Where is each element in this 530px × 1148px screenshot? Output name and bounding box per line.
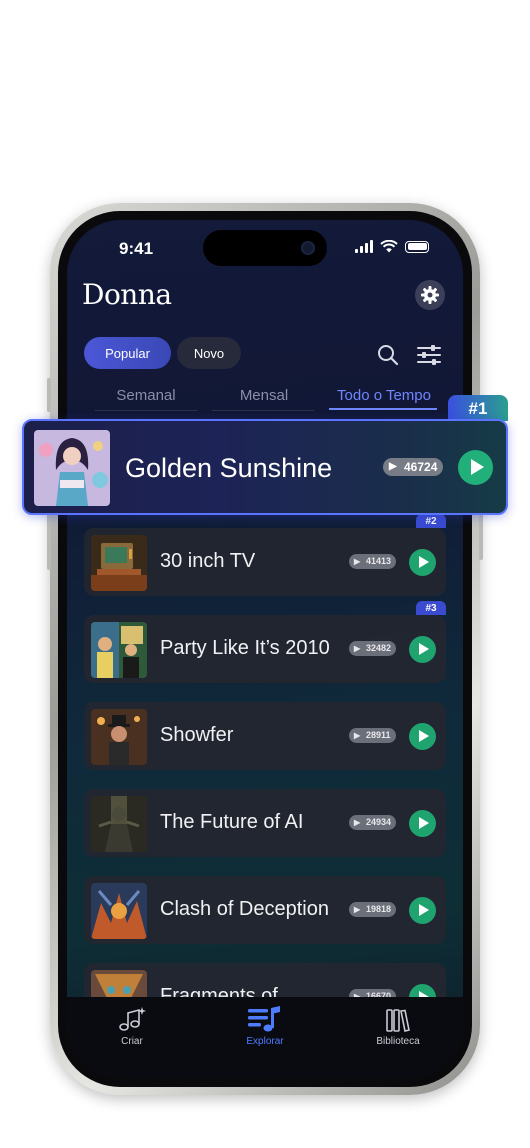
featured-play-button[interactable]	[458, 450, 493, 485]
featured-rank-badge: #1	[448, 395, 508, 421]
camera-icon	[301, 241, 315, 255]
play-count-badge: 32482	[349, 641, 397, 656]
tab-mensal[interactable]: Mensal	[209, 387, 319, 404]
dynamic-island	[203, 230, 327, 266]
app-title: Donna	[82, 278, 172, 311]
rank-badge: #2	[416, 514, 446, 528]
featured-play-count-badge: 46724	[383, 458, 444, 476]
album-art	[91, 796, 147, 852]
track-title: 30 inch TV	[160, 550, 256, 572]
tab-active-indicator	[329, 408, 437, 410]
tab-explorar-label: Explorar	[246, 1036, 284, 1047]
action-button	[47, 378, 51, 412]
play-count-badge: 19818	[349, 902, 397, 917]
tab-todo-o-tempo[interactable]: Todo o Tempo	[329, 387, 439, 404]
play-button[interactable]	[409, 723, 436, 750]
featured-track-title: Golden Sunshine	[125, 453, 333, 483]
play-button[interactable]	[409, 897, 436, 924]
tab-criar-label: Criar	[121, 1036, 143, 1047]
filter-chip-popular[interactable]: Popular	[84, 337, 171, 369]
search-icon[interactable]	[377, 344, 399, 366]
track-title: Showfer	[160, 724, 234, 746]
album-art	[91, 622, 147, 678]
list-music-icon	[248, 1006, 280, 1032]
bottom-tab-bar: Criar Explorar Biblioteca	[67, 997, 463, 1078]
rank-badge: #3	[416, 601, 446, 615]
wifi-icon	[380, 240, 398, 253]
featured-album-art	[34, 430, 110, 506]
album-art	[91, 883, 147, 939]
library-icon	[386, 1009, 410, 1032]
play-button[interactable]	[409, 810, 436, 837]
play-count-badge: 28911	[349, 728, 396, 743]
volume-down-button	[47, 510, 51, 570]
filter-sliders-icon[interactable]	[417, 344, 441, 366]
screen: 9:41 Donna Popular Novo Semanal Mensal T…	[67, 220, 463, 1078]
battery-icon	[405, 240, 429, 253]
tab-divider	[95, 410, 197, 411]
track-title: Party Like It’s 2010	[160, 637, 330, 659]
play-count-badge: 24934	[349, 815, 397, 830]
track-row[interactable]: Party Like It’s 2010 32482	[84, 615, 446, 683]
album-art	[91, 535, 147, 591]
tab-explorar[interactable]: Explorar	[210, 1003, 320, 1047]
status-icons	[355, 240, 429, 253]
tab-semanal[interactable]: Semanal	[91, 387, 201, 404]
track-title: Clash of Deception	[160, 898, 329, 920]
tab-biblioteca[interactable]: Biblioteca	[343, 1003, 453, 1047]
music-note-sparkle-icon	[119, 1007, 146, 1031]
play-button[interactable]	[409, 636, 436, 663]
play-button[interactable]	[409, 549, 436, 576]
settings-button[interactable]	[415, 280, 445, 310]
album-art	[91, 709, 147, 765]
track-row[interactable]: Clash of Deception 19818	[84, 876, 446, 944]
play-count-badge: 41413	[349, 554, 397, 569]
featured-track-card[interactable]: Golden Sunshine 46724	[22, 419, 508, 515]
track-row[interactable]: The Future of AI 24934	[84, 789, 446, 857]
tab-criar[interactable]: Criar	[77, 1003, 187, 1047]
cellular-signal-icon	[355, 240, 373, 253]
track-title: The Future of AI	[160, 811, 304, 833]
gear-icon	[421, 286, 439, 304]
status-time: 9:41	[119, 239, 154, 258]
track-row[interactable]: Showfer 28911	[84, 702, 446, 770]
track-row[interactable]: 30 inch TV 41413	[84, 528, 446, 596]
filter-chip-novo[interactable]: Novo	[177, 337, 241, 369]
tab-divider	[212, 410, 314, 411]
tab-biblioteca-label: Biblioteca	[376, 1036, 420, 1047]
